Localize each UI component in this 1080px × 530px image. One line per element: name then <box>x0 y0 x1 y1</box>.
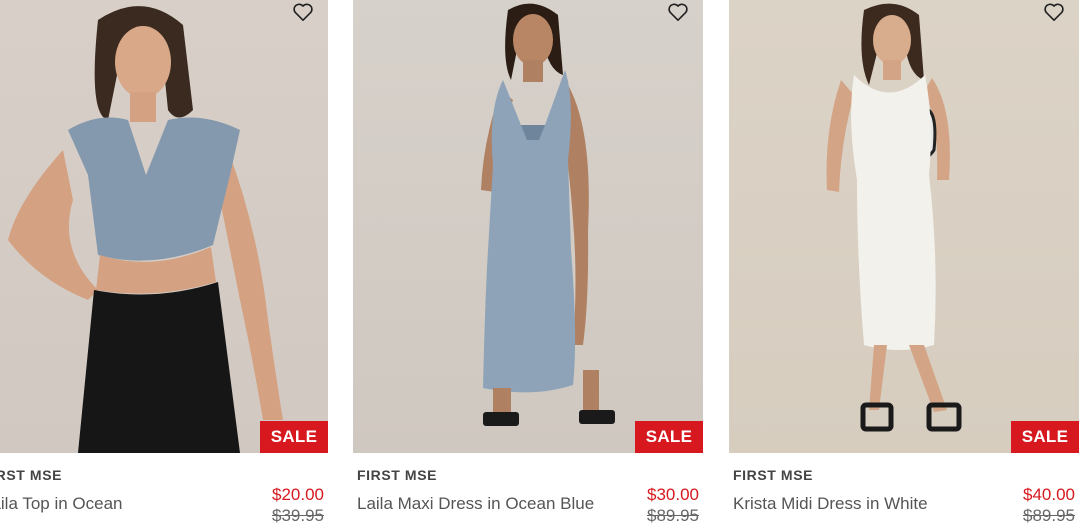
product-brand: FIRST MSE <box>733 467 814 483</box>
sale-price: $30.00 <box>647 485 699 504</box>
heart-icon[interactable] <box>292 2 314 22</box>
product-name[interactable]: Laila Maxi Dress in Ocean Blue <box>357 494 594 514</box>
product-image[interactable]: SALE <box>353 0 703 453</box>
sale-price: $40.00 <box>1023 485 1075 504</box>
original-price: $39.95 <box>272 506 324 525</box>
heart-icon[interactable] <box>1043 2 1065 22</box>
product-card[interactable]: SALE FIRST MSE Krista Midi Dress in Whit… <box>729 0 1079 530</box>
original-price: $89.95 <box>1023 506 1075 525</box>
sale-badge: SALE <box>1011 421 1079 453</box>
product-image[interactable]: SALE <box>729 0 1079 453</box>
product-brand: FIRST MSE <box>0 467 63 483</box>
product-brand: FIRST MSE <box>357 467 438 483</box>
product-name[interactable]: Laila Top in Ocean <box>0 494 123 514</box>
product-name[interactable]: Krista Midi Dress in White <box>733 494 928 514</box>
sale-badge: SALE <box>635 421 703 453</box>
product-card[interactable]: SALE FIRST MSE Laila Top in Ocean $20.00… <box>0 0 328 530</box>
sale-price: $20.00 <box>272 485 324 504</box>
heart-icon[interactable] <box>667 2 689 22</box>
sale-badge: SALE <box>260 421 328 453</box>
product-card[interactable]: SALE FIRST MSE Laila Maxi Dress in Ocean… <box>353 0 703 530</box>
original-price: $89.95 <box>647 506 699 525</box>
product-image[interactable]: SALE <box>0 0 328 453</box>
